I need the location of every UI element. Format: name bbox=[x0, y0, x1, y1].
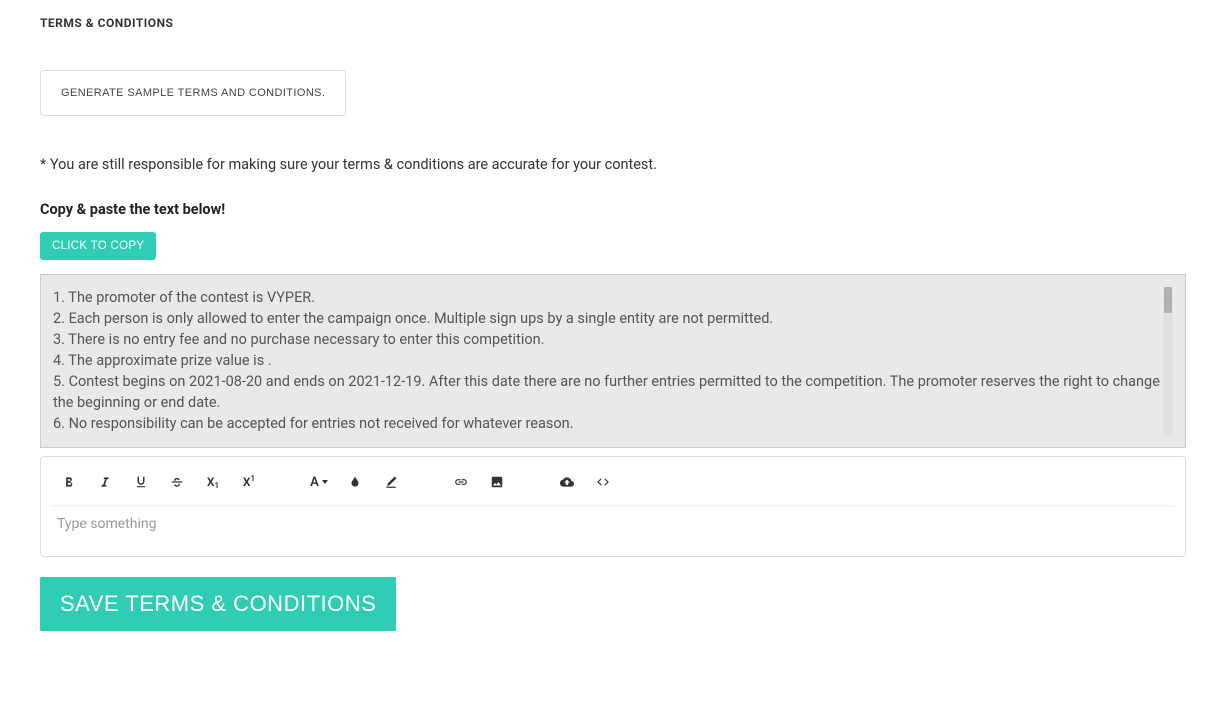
italic-icon[interactable] bbox=[87, 469, 123, 495]
terms-line: 6. No responsibility can be accepted for… bbox=[53, 413, 1163, 434]
editor-textarea[interactable]: Type something bbox=[51, 506, 1175, 542]
superscript-icon[interactable]: X1 bbox=[231, 469, 267, 495]
generate-sample-button[interactable]: GENERATE SAMPLE TERMS AND CONDITIONS. bbox=[40, 70, 346, 116]
terms-line: 2. Each person is only allowed to enter … bbox=[53, 308, 1163, 329]
save-button[interactable]: SAVE TERMS & CONDITIONS bbox=[40, 577, 396, 631]
chevron-down-icon bbox=[322, 480, 328, 484]
highlight-icon[interactable] bbox=[373, 469, 409, 495]
copy-paste-heading: Copy & paste the text below! bbox=[40, 201, 1186, 218]
editor-placeholder-text: Type something bbox=[57, 516, 156, 532]
terms-line: 3. There is no entry fee and no purchase… bbox=[53, 329, 1163, 350]
scrollbar-thumb[interactable] bbox=[1164, 287, 1172, 313]
terms-line: 1. The promoter of the contest is VYPER. bbox=[53, 287, 1163, 308]
image-icon[interactable] bbox=[479, 469, 515, 495]
terms-line: 5. Contest begins on 2021-08-20 and ends… bbox=[53, 371, 1163, 413]
click-to-copy-button[interactable]: CLICK TO COPY bbox=[40, 232, 156, 260]
subscript-icon[interactable]: X1 bbox=[195, 469, 231, 495]
text-color-icon[interactable] bbox=[337, 469, 373, 495]
terms-text-box: 1. The promoter of the contest is VYPER.… bbox=[40, 274, 1186, 448]
underline-icon[interactable] bbox=[123, 469, 159, 495]
strikethrough-icon[interactable] bbox=[159, 469, 195, 495]
link-icon[interactable] bbox=[443, 469, 479, 495]
disclaimer-text: * You are still responsible for making s… bbox=[40, 156, 1186, 173]
bold-icon[interactable] bbox=[51, 469, 87, 495]
editor-toolbar: X1 X1 A bbox=[51, 465, 1175, 506]
terms-text-content[interactable]: 1. The promoter of the contest is VYPER.… bbox=[53, 287, 1163, 435]
font-family-dropdown[interactable]: A bbox=[301, 469, 337, 495]
section-heading: TERMS & CONDITIONS bbox=[40, 16, 1186, 30]
scrollbar[interactable] bbox=[1163, 287, 1173, 435]
rich-text-editor: X1 X1 A Type something bbox=[40, 456, 1186, 557]
code-view-icon[interactable] bbox=[585, 469, 621, 495]
upload-icon[interactable] bbox=[549, 469, 585, 495]
terms-line: 4. The approximate prize value is . bbox=[53, 350, 1163, 371]
